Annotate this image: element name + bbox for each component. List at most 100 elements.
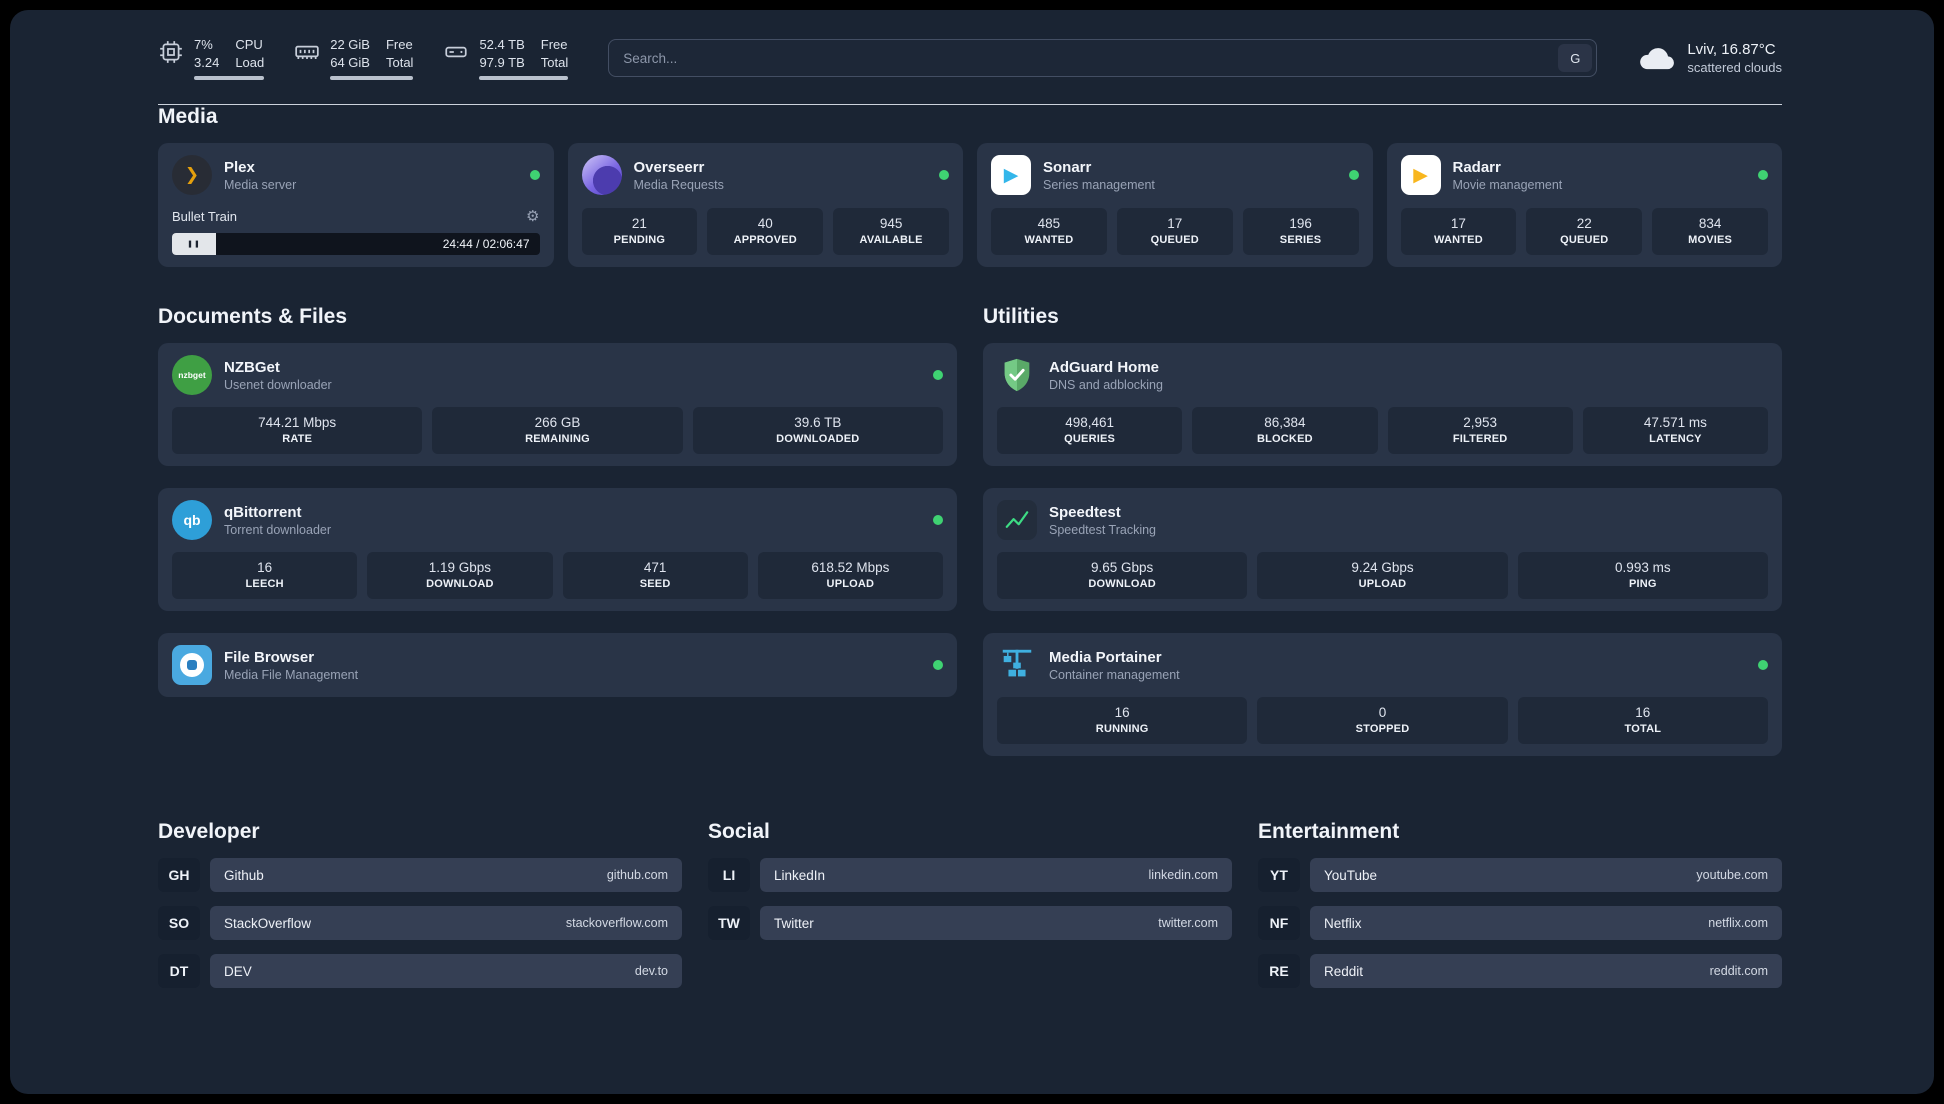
bookmark-youtube[interactable]: YT YouTube youtube.com bbox=[1258, 858, 1782, 893]
cpu-icon bbox=[160, 41, 182, 63]
search-engine-button[interactable]: G bbox=[1558, 44, 1593, 73]
pause-icon[interactable]: ❚❚ bbox=[187, 240, 201, 248]
app-subtitle: Series management bbox=[1043, 177, 1155, 192]
app-card-adguard[interactable]: AdGuard Home DNS and adblocking 498,461 … bbox=[983, 343, 1782, 467]
stat-seed: 471 SEED bbox=[562, 552, 748, 600]
app-subtitle: Speedtest Tracking bbox=[1049, 522, 1157, 537]
app-card-portainer[interactable]: Media Portainer Container management 16 … bbox=[983, 633, 1782, 757]
section-title-media: Media bbox=[158, 105, 218, 129]
section-title-entertainment: Entertainment bbox=[1258, 820, 1400, 844]
section-title-social: Social bbox=[708, 820, 770, 844]
app-subtitle: Usenet downloader bbox=[224, 377, 332, 392]
dashboard: 7% 3.24 CPU Load 22 GiB 64 GiB Free Tota… bbox=[10, 10, 1934, 1094]
section-title-utilities: Utilities bbox=[983, 305, 1059, 329]
stat-wanted: 17 WANTED bbox=[1400, 208, 1517, 256]
bookmark-name: LinkedIn bbox=[774, 867, 826, 883]
search-input[interactable] bbox=[608, 39, 1598, 78]
disk-icon bbox=[445, 46, 468, 58]
filebrowser-core bbox=[187, 660, 197, 671]
qbittorrent-icon: qb bbox=[172, 500, 212, 541]
ram-label-1: Free bbox=[385, 37, 413, 52]
bookmark-twitter[interactable]: TW Twitter twitter.com bbox=[708, 906, 1232, 941]
bookmark-url: netflix.com bbox=[1708, 916, 1768, 931]
stat-ping: 0.993 ms PING bbox=[1517, 552, 1768, 600]
stat-upload: 9.24 Gbps UPLOAD bbox=[1257, 552, 1508, 600]
bookmark-name: Twitter bbox=[774, 915, 814, 931]
bookmarks-developer: Developer GH Github github.com SO StackO… bbox=[158, 820, 682, 1002]
bookmark-abbr: GH bbox=[158, 858, 200, 893]
stat-latency: 47.571 ms LATENCY bbox=[1582, 407, 1768, 455]
app-subtitle: Container management bbox=[1049, 667, 1180, 682]
stat-approved: 40 APPROVED bbox=[707, 208, 824, 256]
bookmark-abbr: SO bbox=[158, 906, 200, 941]
stat-series: 196 SERIES bbox=[1242, 208, 1359, 256]
bookmarks-social: Social LI LinkedIn linkedin.com TW Twitt… bbox=[708, 820, 1232, 1002]
system-metrics: 7% 3.24 CPU Load 22 GiB 64 GiB Free Tota… bbox=[158, 36, 569, 81]
bookmark-url: youtube.com bbox=[1696, 868, 1768, 883]
bookmark-url: linkedin.com bbox=[1148, 868, 1218, 883]
cloud-icon bbox=[1640, 48, 1675, 70]
app-card-qbittorrent[interactable]: qb qBittorrent Torrent downloader 16 LEE… bbox=[158, 488, 957, 612]
status-dot bbox=[1758, 170, 1768, 181]
app-name: Radarr bbox=[1452, 158, 1501, 176]
sonarr-icon: ▶ bbox=[991, 155, 1031, 196]
cpu-percent: 7% bbox=[194, 37, 213, 52]
bookmark-abbr: NF bbox=[1258, 906, 1300, 941]
portainer-icon bbox=[997, 645, 1037, 685]
playback-progress-bar[interactable]: ❚❚ 24:44 / 02:06:47 bbox=[172, 233, 540, 256]
stat-queued: 22 QUEUED bbox=[1526, 208, 1643, 256]
bookmark-reddit[interactable]: RE Reddit reddit.com bbox=[1258, 954, 1782, 989]
app-card-speedtest[interactable]: Speedtest Speedtest Tracking 9.65 Gbps D… bbox=[983, 488, 1782, 612]
stat-queued: 17 QUEUED bbox=[1116, 208, 1233, 256]
app-name: File Browser bbox=[224, 648, 315, 666]
qbittorrent-glyph: qb bbox=[183, 512, 201, 529]
playback-time: 24:44 / 02:06:47 bbox=[442, 237, 530, 252]
bookmark-url: github.com bbox=[606, 868, 668, 883]
bookmark-name: Reddit bbox=[1324, 963, 1364, 979]
storage-metric: 52.4 TB 97.9 TB Free Total bbox=[443, 36, 569, 81]
app-name: Media Portainer bbox=[1049, 648, 1162, 666]
app-card-overseerr[interactable]: Overseerr Media Requests 21 PENDING 40 A… bbox=[567, 143, 963, 268]
section-title-documents: Documents & Files bbox=[158, 305, 348, 329]
disk-usage-bar bbox=[479, 76, 569, 81]
bookmark-url: stackoverflow.com bbox=[565, 916, 668, 931]
stat-pending: 21 PENDING bbox=[581, 208, 698, 256]
app-card-filebrowser[interactable]: File Browser Media File Management bbox=[158, 633, 957, 698]
stat-filtered: 2,953 FILTERED bbox=[1387, 407, 1573, 455]
app-card-nzbget[interactable]: nzbget NZBGet Usenet downloader 744.21 M… bbox=[158, 343, 957, 467]
app-card-sonarr[interactable]: ▶ Sonarr Series management 485 WANTED 17… bbox=[977, 143, 1373, 268]
bookmark-abbr: DT bbox=[158, 954, 200, 989]
sonarr-play-glyph: ▶ bbox=[1003, 164, 1019, 186]
search-bar: G bbox=[608, 39, 1598, 78]
status-dot bbox=[933, 660, 943, 671]
bookmark-netflix[interactable]: NF Netflix netflix.com bbox=[1258, 906, 1782, 941]
app-card-plex[interactable]: ❯ Plex Media server Bullet Train ⚙ ❚❚ 24… bbox=[158, 143, 554, 268]
cpu-load: 3.24 bbox=[194, 54, 220, 70]
status-dot bbox=[933, 515, 943, 526]
ram-usage-bar bbox=[330, 76, 414, 81]
app-name: Plex bbox=[224, 158, 255, 176]
bookmark-dev[interactable]: DT DEV dev.to bbox=[158, 954, 682, 989]
bookmark-github[interactable]: GH Github github.com bbox=[158, 858, 682, 893]
stat-movies: 834 MOVIES bbox=[1652, 208, 1768, 256]
bookmark-stackoverflow[interactable]: SO StackOverflow stackoverflow.com bbox=[158, 906, 682, 941]
radarr-play-glyph: ▶ bbox=[1413, 164, 1428, 186]
radarr-icon: ▶ bbox=[1400, 155, 1441, 196]
gear-icon[interactable]: ⚙ bbox=[526, 207, 539, 225]
app-card-radarr[interactable]: ▶ Radarr Movie management 17 WANTED 22 Q… bbox=[1386, 143, 1782, 268]
stat-download: 9.65 Gbps DOWNLOAD bbox=[997, 552, 1248, 600]
disk-free: 52.4 TB bbox=[479, 37, 525, 52]
app-subtitle: Media server bbox=[224, 177, 297, 192]
app-name: Sonarr bbox=[1043, 158, 1092, 176]
bookmark-abbr: RE bbox=[1258, 954, 1300, 989]
bookmark-linkedin[interactable]: LI LinkedIn linkedin.com bbox=[708, 858, 1232, 893]
weather-condition: scattered clouds bbox=[1687, 60, 1782, 76]
ram-label-2: Total bbox=[385, 54, 414, 70]
disk-label-2: Total bbox=[540, 54, 569, 70]
weather-location: Lviv, 16.87°C bbox=[1687, 41, 1776, 59]
bookmark-name: DEV bbox=[224, 963, 252, 979]
stat-download: 1.19 Gbps DOWNLOAD bbox=[367, 552, 553, 600]
status-dot bbox=[933, 370, 943, 381]
nzbget-glyph: nzbget bbox=[178, 370, 206, 381]
app-subtitle: Media Requests bbox=[633, 177, 724, 192]
